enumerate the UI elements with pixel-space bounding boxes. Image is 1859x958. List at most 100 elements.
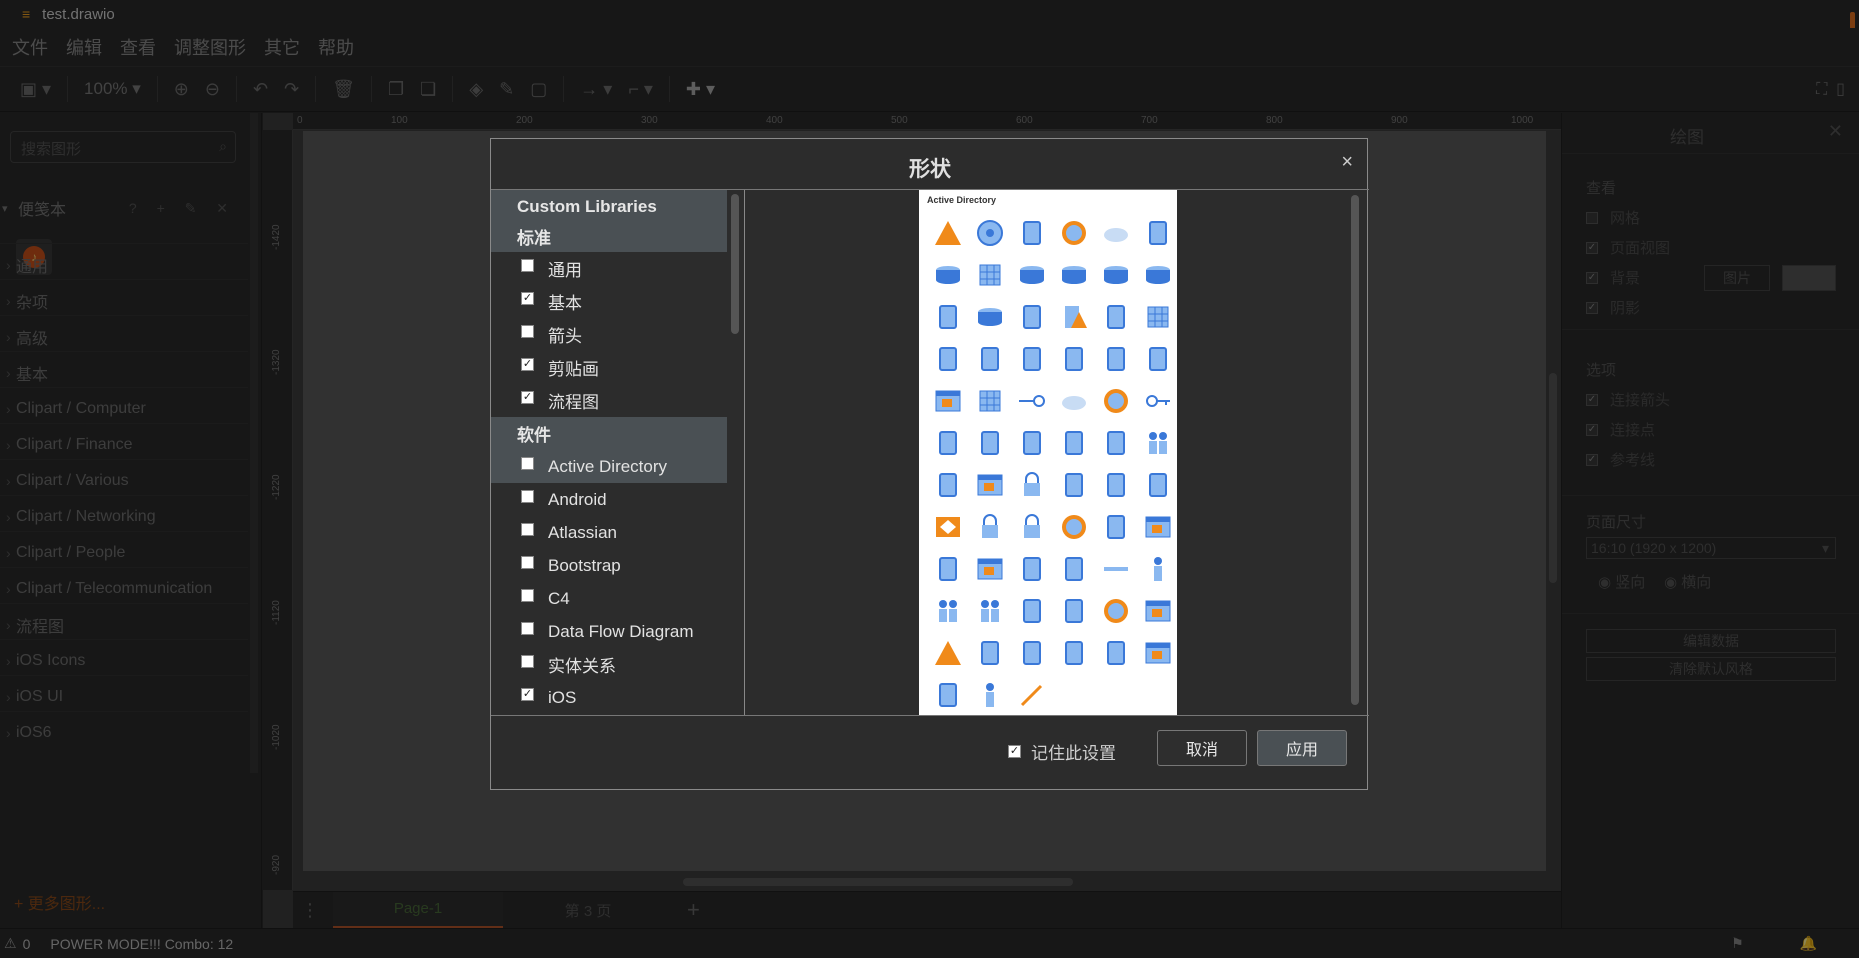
library-preview-shape (1137, 422, 1177, 464)
checkbox[interactable] (521, 259, 534, 272)
library-label: C4 (548, 588, 570, 608)
library-preview-pane: Active Directory (746, 190, 1367, 715)
library-preview-shape (1137, 254, 1177, 296)
library-label: Bootstrap (548, 555, 621, 575)
library-label: 通用 (548, 261, 582, 280)
library-preview-shape (1095, 548, 1137, 590)
checkbox[interactable]: ✓ (521, 688, 534, 701)
library-label: 流程图 (548, 393, 599, 412)
library-preview-shape (927, 254, 969, 296)
library-item-ios[interactable]: ✓ iOS (491, 681, 727, 714)
library-preview-shape (1011, 506, 1053, 548)
library-preview-shape (969, 506, 1011, 548)
library-preview-shape (927, 632, 969, 674)
library-preview-shape (1053, 296, 1095, 338)
library-preview-shape (1137, 590, 1177, 632)
library-preview-shape (1095, 506, 1137, 548)
library-item-clipart[interactable]: ✓ 剪贴画 (491, 351, 727, 384)
library-preview-shape (1095, 338, 1137, 380)
library-preview-shape (927, 338, 969, 380)
preview-title: Active Directory (927, 195, 997, 205)
cancel-button[interactable]: 取消 (1157, 730, 1247, 766)
group-software: 软件 (491, 417, 727, 450)
library-item-atlassian[interactable]: Atlassian (491, 516, 727, 549)
library-preview-shape (1053, 380, 1095, 422)
library-preview-shape (1095, 212, 1137, 254)
dialog-footer: ✓ 记住此设置 取消 应用 (491, 717, 1369, 791)
library-list: Custom Libraries 标准 通用 ✓ 基本 箭头 ✓ 剪贴画 ✓ 流程图 … (491, 190, 745, 715)
library-preview-shape (1053, 212, 1095, 254)
library-item-flowchart[interactable]: ✓ 流程图 (491, 384, 727, 417)
library-preview-shape (1095, 590, 1137, 632)
library-preview-shape (1095, 632, 1137, 674)
library-preview-shape (1053, 254, 1095, 296)
library-preview-shape (969, 464, 1011, 506)
checkbox[interactable]: ✓ (521, 391, 534, 404)
library-preview-shape (927, 422, 969, 464)
library-preview-shape (969, 254, 1011, 296)
checkbox[interactable]: ✓ (521, 292, 534, 305)
library-item-general[interactable]: 通用 (491, 252, 727, 285)
library-label: 实体关系 (548, 657, 616, 676)
library-preview-shape (1137, 506, 1177, 548)
library-item-entity-relation[interactable]: 实体关系 (491, 648, 727, 681)
checkbox[interactable] (521, 490, 534, 503)
library-preview-shape (969, 632, 1011, 674)
checkbox[interactable] (521, 622, 534, 635)
library-preview-shape (1053, 548, 1095, 590)
library-preview-shape (969, 338, 1011, 380)
library-preview-shape (927, 380, 969, 422)
library-preview-shape (1053, 338, 1095, 380)
library-preview-shape (1011, 254, 1053, 296)
checkbox[interactable] (521, 556, 534, 569)
library-item-android[interactable]: Android (491, 483, 727, 516)
library-preview-shape (969, 212, 1011, 254)
shapes-dialog: 形状 × Custom Libraries 标准 通用 ✓ 基本 箭头 ✓ 剪贴画 … (490, 138, 1369, 791)
library-item-bootstrap[interactable]: Bootstrap (491, 549, 727, 582)
library-preview-shape (1011, 338, 1053, 380)
library-item-c4[interactable]: C4 (491, 582, 727, 615)
library-preview-shape (927, 590, 969, 632)
library-preview-shape (969, 674, 1011, 715)
library-preview-shape (927, 674, 969, 715)
remember-setting-checkbox[interactable]: ✓ 记住此设置 (1008, 739, 1116, 764)
library-preview-shape (1137, 632, 1177, 674)
library-list-scrollbar[interactable] (731, 194, 739, 334)
checkbox[interactable]: ✓ (521, 358, 534, 371)
library-preview-shape (1137, 338, 1177, 380)
library-preview-shape (927, 548, 969, 590)
library-item-arrows[interactable]: 箭头 (491, 318, 727, 351)
library-item-active-directory[interactable]: Active Directory (491, 450, 727, 483)
checkbox[interactable]: ✓ (1008, 745, 1021, 758)
library-preview-shape (1137, 548, 1177, 590)
close-icon[interactable]: × (1341, 151, 1353, 174)
library-preview-shape (1095, 254, 1137, 296)
library-preview-shape (1095, 464, 1137, 506)
checkbox[interactable] (521, 589, 534, 602)
library-preview-shape (1137, 464, 1177, 506)
library-preview-shape (1011, 632, 1053, 674)
library-preview-shape (969, 590, 1011, 632)
library-label: Data Flow Diagram (548, 621, 694, 641)
library-item-data-flow-diagram[interactable]: Data Flow Diagram (491, 615, 727, 648)
library-preview-shape (1053, 632, 1095, 674)
library-label: 剪贴画 (548, 360, 599, 379)
library-preview-shape (1011, 380, 1053, 422)
checkbox[interactable] (521, 457, 534, 470)
library-preview-shape (1053, 506, 1095, 548)
library-item-basic[interactable]: ✓ 基本 (491, 285, 727, 318)
library-preview-shape (1011, 464, 1053, 506)
library-preview-shape (1011, 212, 1053, 254)
checkbox[interactable] (521, 325, 534, 338)
preview-scrollbar[interactable] (1351, 195, 1359, 705)
library-label: 箭头 (548, 327, 582, 346)
library-preview-shape (1053, 464, 1095, 506)
library-preview-shape (969, 422, 1011, 464)
checkbox[interactable] (521, 655, 534, 668)
checkbox[interactable] (521, 523, 534, 536)
apply-button[interactable]: 应用 (1257, 730, 1347, 766)
library-preview-shape (927, 296, 969, 338)
library-label: Active Directory (548, 456, 668, 476)
library-preview-shape (1137, 212, 1177, 254)
dialog-title: 形状 (909, 158, 951, 181)
